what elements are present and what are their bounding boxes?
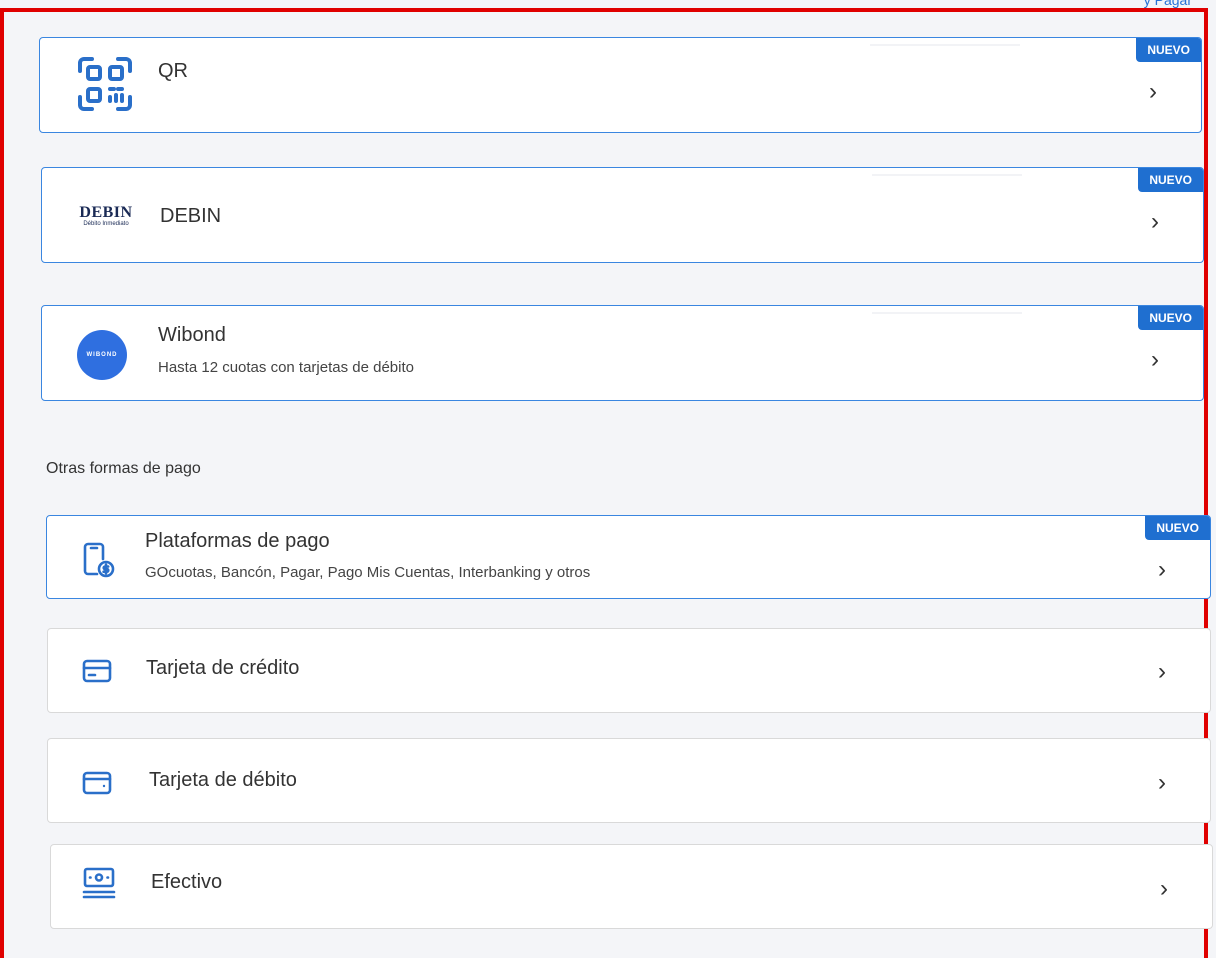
chevron-right-icon: › xyxy=(1158,769,1166,796)
chevron-right-icon: › xyxy=(1160,875,1168,902)
chevron-right-icon: › xyxy=(1158,556,1166,583)
option-title: Efectivo xyxy=(151,871,223,893)
payment-option-qr[interactable]: QR NUEVO › xyxy=(39,37,1202,133)
new-badge: NUEVO xyxy=(1145,516,1210,540)
card-top-strip xyxy=(870,44,1020,46)
payment-option-credit-card[interactable]: Tarjeta de crédito › xyxy=(47,628,1211,713)
payment-option-platforms[interactable]: Plataformas de pago GOcuotas, Bancón, Pa… xyxy=(46,515,1211,599)
card-top-strip xyxy=(872,174,1022,176)
phone-payment-icon xyxy=(81,542,115,583)
chevron-right-icon: › xyxy=(1158,658,1166,685)
payment-option-cash[interactable]: Efectivo › xyxy=(50,844,1213,929)
chevron-right-icon: › xyxy=(1151,346,1159,373)
chevron-right-icon: › xyxy=(1151,208,1159,235)
cash-icon xyxy=(82,866,116,905)
payment-option-wibond[interactable]: WIBOND Wibond Hasta 12 cuotas con tarjet… xyxy=(41,305,1204,401)
section-heading: Otras formas de pago xyxy=(46,460,201,477)
wibond-logo-text: WIBOND xyxy=(86,352,118,358)
debin-logo-text: DEBIN xyxy=(79,204,133,221)
new-badge: NUEVO xyxy=(1138,168,1203,192)
new-badge: NUEVO xyxy=(1136,38,1201,62)
option-subtitle: GOcuotas, Bancón, Pagar, Pago Mis Cuenta… xyxy=(145,564,591,581)
new-badge: NUEVO xyxy=(1138,306,1203,330)
option-title: Wibond xyxy=(158,324,226,346)
option-title: Plataformas de pago xyxy=(145,530,330,552)
option-subtitle: Hasta 12 cuotas con tarjetas de débito xyxy=(158,359,414,376)
chevron-right-icon: › xyxy=(1149,78,1157,105)
option-title: DEBIN xyxy=(160,205,222,227)
option-title: Tarjeta de débito xyxy=(149,769,297,791)
option-title: Tarjeta de crédito xyxy=(146,657,300,679)
card-top-strip xyxy=(872,312,1022,314)
option-title: QR xyxy=(158,60,188,82)
qr-code-icon xyxy=(76,55,134,118)
payment-option-debit-card[interactable]: Tarjeta de débito › xyxy=(47,738,1211,823)
credit-card-icon xyxy=(82,659,112,688)
wibond-logo: WIBOND xyxy=(77,330,127,380)
top-link[interactable]: y Pagar xyxy=(1144,0,1192,8)
payment-option-debin[interactable]: DEBIN Débito Inmediato DEBIN NUEVO › xyxy=(41,167,1204,263)
debin-logo-subtext: Débito Inmediato xyxy=(83,221,129,227)
debin-logo: DEBIN Débito Inmediato xyxy=(76,204,136,227)
debit-card-icon xyxy=(82,771,112,800)
